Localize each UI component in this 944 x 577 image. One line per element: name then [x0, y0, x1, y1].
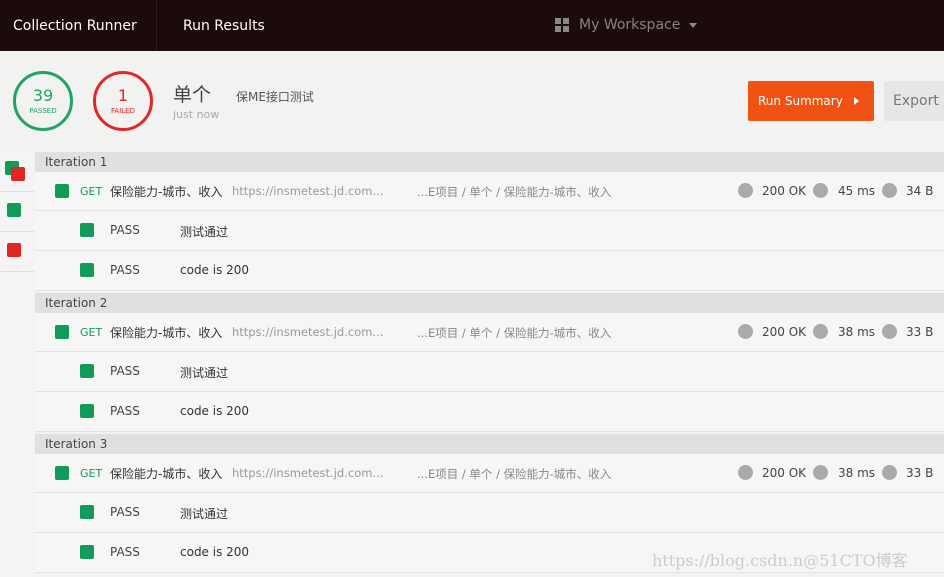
run-summary-label: Run Summary — [758, 94, 843, 108]
pass-status-icon — [80, 545, 94, 559]
response-size: 33 B — [906, 466, 934, 480]
fail-status-icon — [7, 243, 21, 257]
status-dot-icon — [738, 465, 753, 480]
response-size: 34 B — [906, 184, 934, 198]
test-result: PASS — [110, 404, 140, 418]
run-summary-button[interactable]: Run Summary — [748, 81, 874, 121]
test-name: 测试通过 — [180, 507, 229, 521]
test-result: PASS — [110, 364, 140, 378]
failed-count: 1 — [117, 86, 129, 105]
request-path: ...E项目 / 单个 / 保险能力-城市、收入 — [417, 467, 612, 481]
response-size: 33 B — [906, 325, 934, 339]
response-time: 38 ms — [838, 466, 876, 480]
test-name: code is 200 — [180, 404, 250, 418]
tab-run-results[interactable]: Run Results — [183, 0, 265, 51]
workspace-grid-icon — [555, 18, 569, 32]
pass-status-icon — [7, 203, 21, 217]
test-row: PASS 测试通过 — [35, 211, 944, 251]
workspace-dropdown[interactable]: My Workspace — [555, 17, 698, 33]
sidebar-item-iteration-1[interactable] — [0, 152, 34, 192]
test-result: PASS — [110, 263, 140, 277]
top-bar: Collection Runner Run Results My Workspa… — [0, 0, 944, 51]
time-dot-icon — [813, 324, 828, 339]
request-url: https://insmetest.jd.com... — [232, 325, 384, 339]
request-method: GET — [80, 326, 103, 339]
test-row: PASS code is 200 — [35, 392, 944, 432]
response-time: 45 ms — [838, 184, 876, 198]
pass-status-icon — [55, 184, 69, 198]
request-row[interactable]: GET 保险能力-城市、收入 https://insmetest.jd.com.… — [35, 454, 944, 493]
iteration-block: Iteration 1 GET 保险能力-城市、收入 https://insme… — [35, 152, 944, 293]
workspace-label: My Workspace — [579, 17, 681, 33]
tab-collection-runner[interactable]: Collection Runner — [13, 0, 137, 51]
pass-status-icon — [55, 325, 69, 339]
test-row: PASS code is 200 — [35, 251, 944, 291]
results-list: Iteration 1 GET 保险能力-城市、收入 https://insme… — [35, 152, 944, 575]
request-row[interactable]: GET 保险能力-城市、收入 https://insmetest.jd.com.… — [35, 172, 944, 211]
response-status: 200 OK — [762, 184, 807, 198]
collection-name: 保ME接口测试 — [236, 90, 314, 104]
pass-status-icon — [80, 263, 94, 277]
passed-count: 39 — [32, 86, 54, 105]
test-row: PASS 测试通过 — [35, 493, 944, 533]
test-row: PASS 测试通过 — [35, 352, 944, 392]
time-dot-icon — [813, 465, 828, 480]
iteration-header: Iteration 3 — [35, 434, 944, 454]
test-name: code is 200 — [180, 545, 250, 559]
size-dot-icon — [882, 324, 897, 339]
request-method: GET — [80, 467, 103, 480]
iteration-header: Iteration 2 — [35, 293, 944, 313]
request-method: GET — [80, 185, 103, 198]
chevron-down-icon — [689, 22, 698, 28]
export-results-button[interactable]: Export R — [884, 81, 944, 121]
sidebar-item-iteration-2[interactable] — [0, 192, 34, 232]
status-dot-icon — [738, 324, 753, 339]
status-dot-icon — [738, 183, 753, 198]
failed-count-badge: 1 FAILED — [93, 71, 153, 131]
request-path: ...E项目 / 单个 / 保险能力-城市、收入 — [417, 185, 612, 199]
request-name: 保险能力-城市、收入 — [110, 467, 223, 481]
pass-status-icon — [55, 466, 69, 480]
response-status: 200 OK — [762, 466, 807, 480]
iteration-sidebar — [0, 152, 34, 577]
passed-count-badge: 39 PASSED — [13, 71, 73, 131]
pass-status-icon — [80, 364, 94, 378]
fail-status-icon — [11, 167, 25, 181]
test-result: PASS — [110, 505, 140, 519]
test-result: PASS — [110, 223, 140, 237]
pass-status-icon — [80, 223, 94, 237]
request-url: https://insmetest.jd.com... — [232, 466, 384, 480]
request-name: 保险能力-城市、收入 — [110, 326, 223, 340]
request-path: ...E项目 / 单个 / 保险能力-城市、收入 — [417, 326, 612, 340]
test-name: 测试通过 — [180, 366, 229, 380]
run-title: 单个 — [173, 84, 212, 106]
time-dot-icon — [813, 183, 828, 198]
request-name: 保险能力-城市、收入 — [110, 185, 223, 199]
response-status: 200 OK — [762, 325, 807, 339]
pass-status-icon — [80, 505, 94, 519]
passed-label: PASSED — [29, 107, 57, 115]
test-result: PASS — [110, 545, 140, 559]
play-icon — [854, 97, 859, 105]
request-row[interactable]: GET 保险能力-城市、收入 https://insmetest.jd.com.… — [35, 313, 944, 352]
size-dot-icon — [882, 465, 897, 480]
iteration-header: Iteration 1 — [35, 152, 944, 172]
watermark: https://blog.csdn.n@51CTO博客 — [652, 551, 908, 570]
run-time: just now — [173, 108, 220, 121]
sidebar-item-iteration-3[interactable] — [0, 232, 34, 272]
failed-label: FAILED — [111, 107, 135, 115]
iteration-block: Iteration 2 GET 保险能力-城市、收入 https://insme… — [35, 293, 944, 434]
response-time: 38 ms — [838, 325, 876, 339]
request-url: https://insmetest.jd.com... — [232, 184, 384, 198]
test-name: 测试通过 — [180, 225, 229, 239]
tab-divider — [156, 0, 157, 51]
test-name: code is 200 — [180, 263, 250, 277]
pass-status-icon — [80, 404, 94, 418]
size-dot-icon — [882, 183, 897, 198]
